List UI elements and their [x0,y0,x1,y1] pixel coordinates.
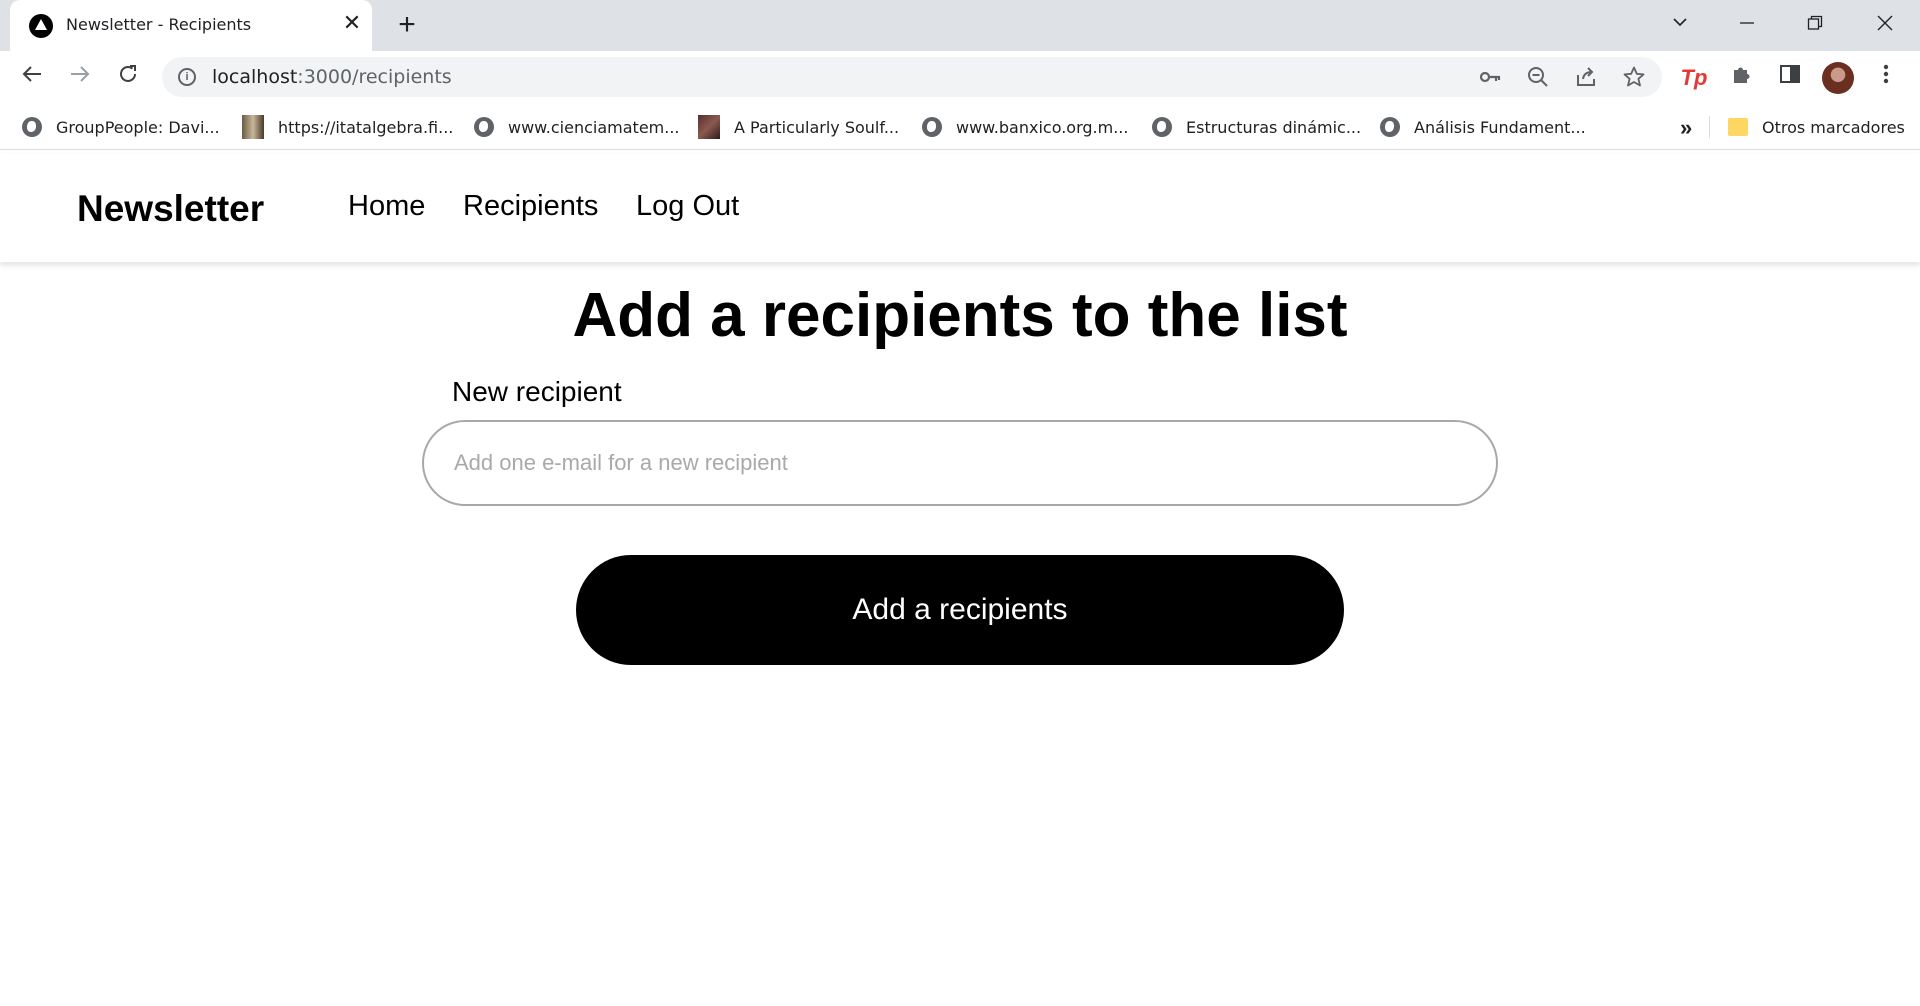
reload-icon[interactable] [112,62,144,94]
browser-toolbar: i localhost:3000/recipients Tp [0,51,1920,104]
back-arrow-icon[interactable] [16,62,48,94]
site-info-icon[interactable]: i [178,68,196,86]
bookmarks-overflow-icon[interactable]: » [1680,115,1692,141]
key-icon[interactable] [1478,65,1502,89]
bookmark-item[interactable]: Análisis Fundament... [1380,115,1586,139]
other-bookmarks-folder[interactable]: Otros marcadores [1728,115,1905,139]
recipient-email-input[interactable] [422,420,1498,506]
bookmark-star-icon[interactable] [1622,65,1646,89]
bookmarks-divider [1709,116,1710,138]
globe-icon [922,117,942,137]
bookmark-label: https://itatalgebra.fi... [278,117,454,137]
globe-icon [1380,117,1400,137]
tab-close-icon[interactable]: ✕ [340,11,364,35]
profile-avatar[interactable] [1822,62,1854,94]
nav-link-logout[interactable]: Log Out [636,190,739,223]
nextjs-favicon-icon [29,14,53,38]
address-bar[interactable]: i localhost:3000/recipients [162,57,1662,97]
bookmark-label: www.cienciamatem... [508,117,680,137]
bookmark-item[interactable]: A Particularly Soulf... [698,115,899,139]
thumbnail-icon [242,115,264,139]
bookmark-item[interactable]: www.cienciamatem... [474,115,680,139]
new-tab-button[interactable]: + [390,8,424,42]
url-text[interactable]: localhost:3000/recipients [212,66,452,88]
bookmark-item[interactable]: GroupPeople: Davi... [22,115,220,139]
browser-tab[interactable]: Newsletter - Recipients ✕ [10,0,372,51]
tp-extension-icon[interactable]: Tp [1678,62,1710,94]
bookmark-item[interactable]: https://itatalgebra.fi... [242,115,453,139]
new-recipient-label: New recipient [452,376,622,407]
tab-search-icon[interactable] [1660,8,1700,42]
bookmark-label: GroupPeople: Davi... [56,117,220,137]
globe-icon [22,117,42,137]
site-navbar: Newsletter Home Recipients Log Out [0,154,1920,262]
menu-kebab-icon[interactable] [1870,62,1902,94]
folder-icon [1728,118,1748,136]
other-bookmarks-label: Otros marcadores [1762,117,1905,137]
close-window-icon[interactable] [1865,8,1905,42]
url-host: localhost [212,66,298,88]
bookmark-item[interactable]: www.banxico.org.m... [922,115,1128,139]
nav-link-recipients[interactable]: Recipients [463,190,598,223]
thumbnail-icon [698,115,720,139]
zoom-out-icon[interactable] [1526,65,1550,89]
tab-title: Newsletter - Recipients [66,15,252,34]
minimize-icon[interactable] [1727,8,1767,42]
tab-strip: Newsletter - Recipients ✕ + [0,0,1920,51]
forward-arrow-icon[interactable] [64,62,96,94]
nav-link-home[interactable]: Home [348,190,425,223]
bookmark-label: Análisis Fundament... [1414,117,1586,137]
bookmarks-bar: GroupPeople: Davi... https://itatalgebra… [0,104,1920,150]
bookmark-label: www.banxico.org.m... [956,117,1129,137]
globe-icon [1152,117,1172,137]
share-icon[interactable] [1574,65,1598,89]
page-title: Add a recipients to the list [572,281,1348,350]
url-path: :3000/recipients [297,66,452,88]
add-recipient-button[interactable]: Add a recipients [576,555,1344,665]
side-panel-icon[interactable] [1774,62,1806,94]
bookmark-item[interactable]: Estructuras dinámic... [1152,115,1361,139]
globe-icon [474,117,494,137]
bookmark-label: Estructuras dinámic... [1186,117,1362,137]
restore-icon[interactable] [1795,8,1835,42]
bookmark-label: A Particularly Soulf... [734,117,900,137]
site-brand[interactable]: Newsletter [77,188,264,230]
extensions-puzzle-icon[interactable] [1726,62,1758,94]
